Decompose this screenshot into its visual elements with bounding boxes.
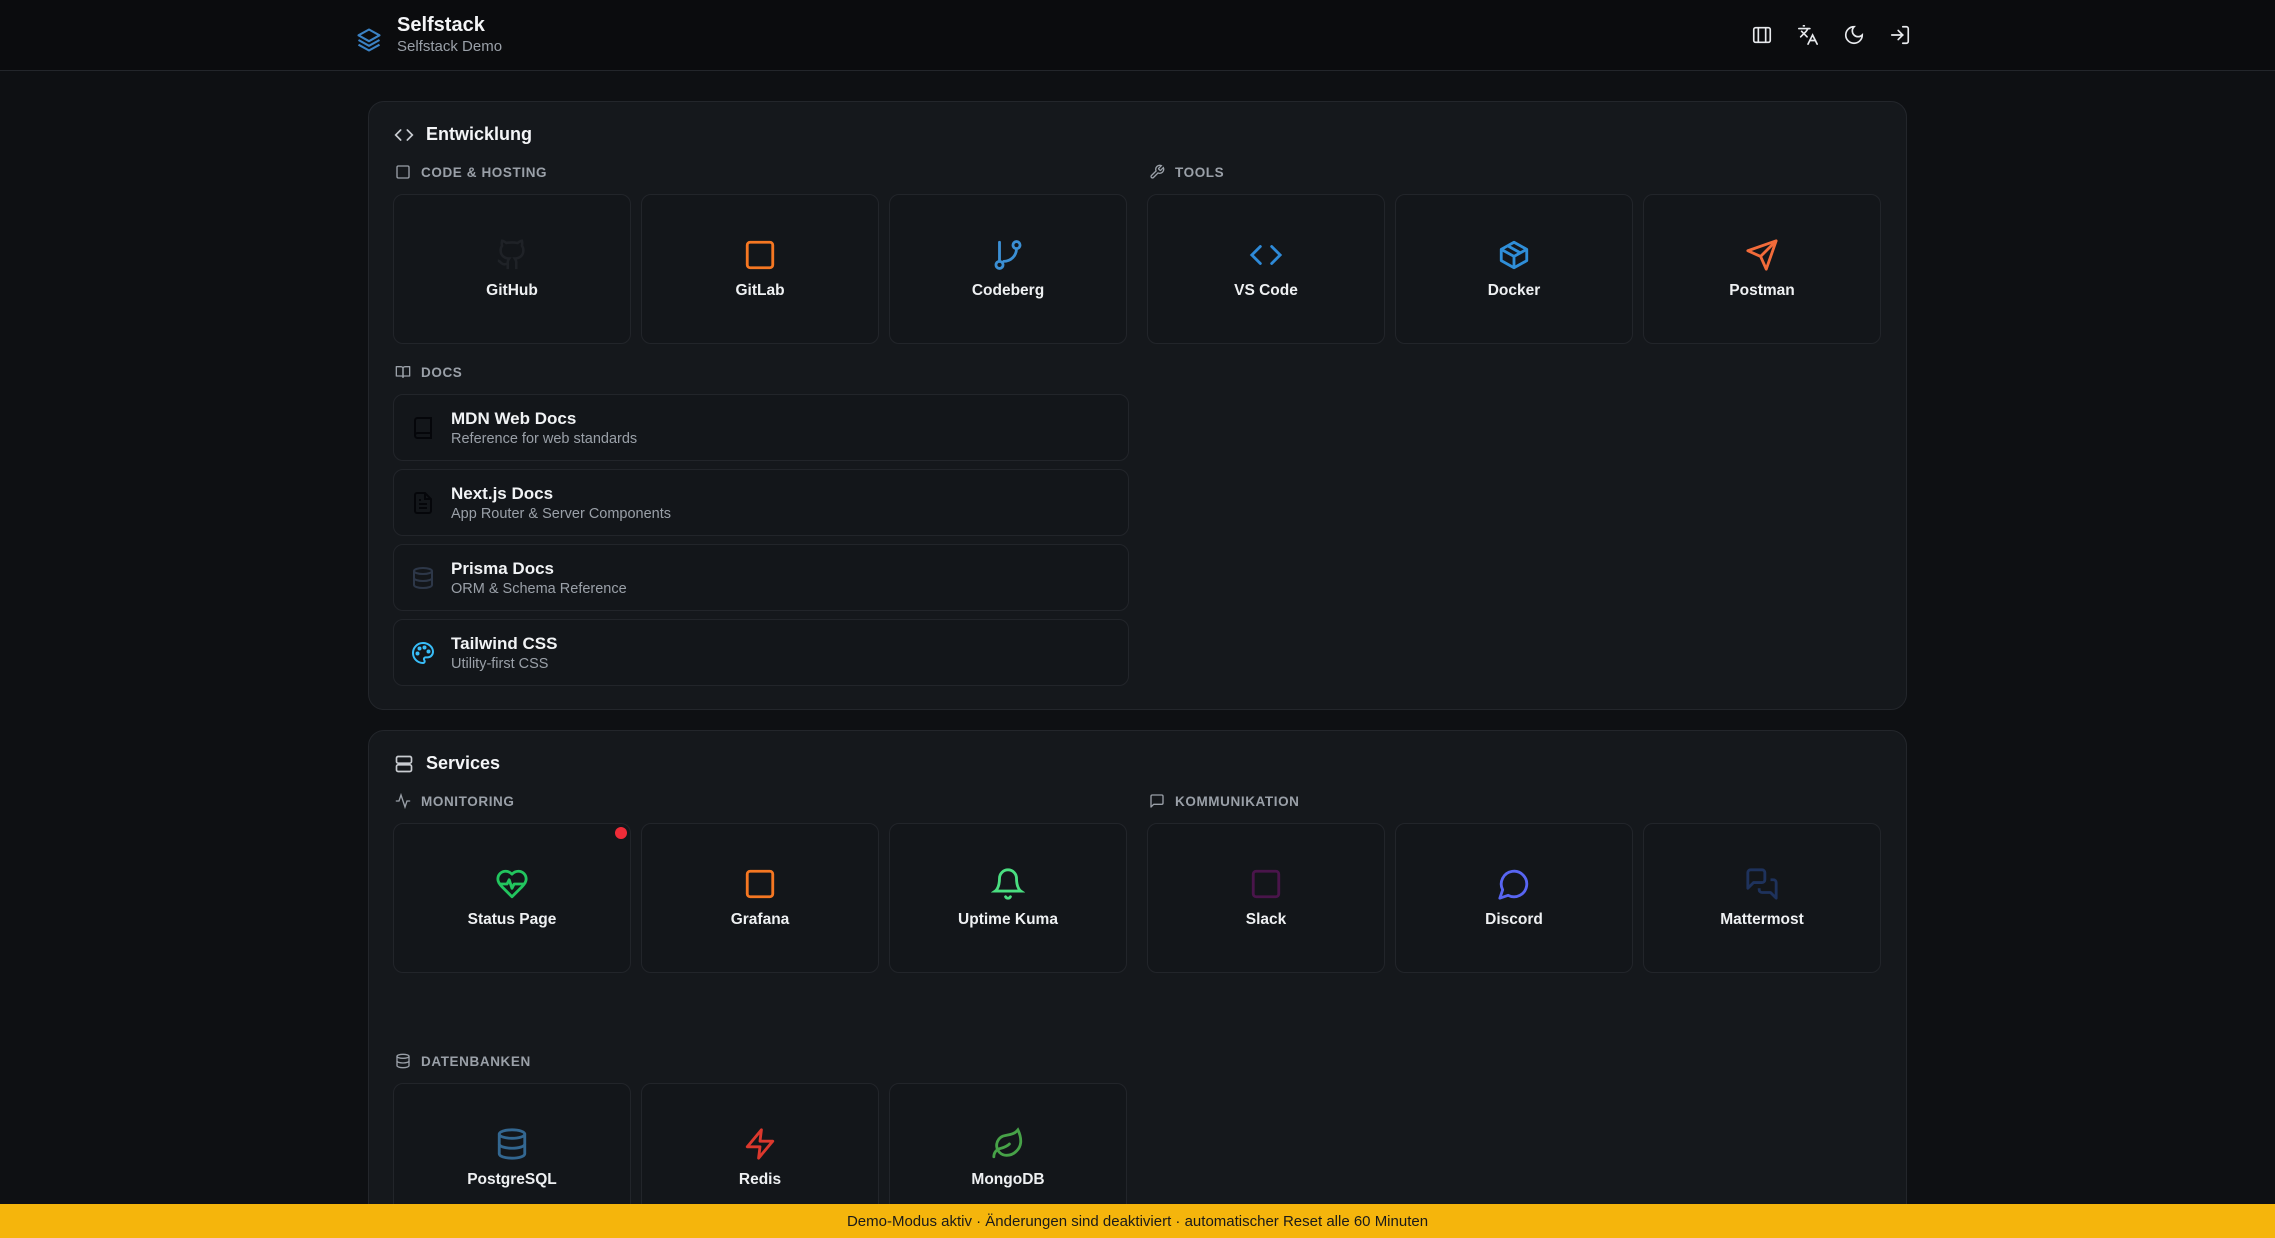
tiles-monitoring: Status Page Grafana Uptime Kuma	[393, 823, 1127, 973]
heart-pulse-icon	[496, 869, 528, 899]
doc-item-prisma[interactable]: Prisma Docs ORM & Schema Reference	[393, 544, 1129, 611]
tile-mattermost[interactable]: Mattermost	[1643, 823, 1881, 973]
group-label-code-hosting: CODE & HOSTING	[395, 164, 547, 180]
tiles-kommunikation: Slack Discord Mattermost	[1147, 823, 1881, 973]
doc-item-tailwind[interactable]: Tailwind CSS Utility-first CSS	[393, 619, 1129, 686]
group-label-tools: TOOLS	[1149, 164, 1224, 180]
message-square-icon	[1150, 794, 1164, 808]
tiles-code-hosting: GitHub GitLab Codeberg	[393, 194, 1127, 344]
tile-label: Discord	[1485, 911, 1543, 928]
code-icon	[394, 128, 414, 141]
tile-label: GitLab	[735, 282, 785, 299]
tile-uptime-kuma[interactable]: Uptime Kuma	[889, 823, 1127, 973]
box-icon	[1499, 240, 1529, 270]
group-label-datenbanken: DATENBANKEN	[395, 1053, 531, 1069]
leaf-icon	[992, 1127, 1023, 1159]
doc-description: Utility-first CSS	[451, 655, 549, 672]
top-bar: Selfstack Selfstack Demo	[0, 0, 2275, 71]
section-entwicklung: Entwicklung CODE & HOSTING GitHub GitLab…	[368, 101, 1907, 710]
tile-label: MongoDB	[971, 1171, 1045, 1188]
tile-label: Postman	[1729, 282, 1795, 299]
section-header: Entwicklung	[394, 124, 532, 145]
language-button[interactable]	[1795, 22, 1821, 48]
square-icon	[745, 869, 775, 899]
brand[interactable]: Selfstack Selfstack Demo	[355, 13, 502, 57]
tiles-tools: VS Code Docker Postman	[1147, 194, 1881, 344]
doc-title: MDN Web Docs	[451, 408, 577, 428]
tile-label: Status Page	[467, 911, 557, 928]
github-icon	[497, 239, 525, 270]
tile-label: Slack	[1245, 911, 1287, 928]
moon-icon	[1844, 25, 1864, 45]
book-open-icon	[395, 366, 411, 378]
tile-docker[interactable]: Docker	[1395, 194, 1633, 344]
tile-vs-code[interactable]: VS Code	[1147, 194, 1385, 344]
square-icon	[396, 165, 410, 179]
tile-label: Codeberg	[971, 282, 1045, 299]
square-icon	[1251, 869, 1281, 899]
demo-mode-banner: Demo-Modus aktiv · Änderungen sind deakt…	[0, 1204, 2275, 1238]
status-down-indicator	[615, 827, 627, 839]
login-button[interactable]	[1887, 22, 1913, 48]
doc-item-mdn[interactable]: MDN Web Docs Reference for web standards	[393, 394, 1129, 461]
code-icon	[1249, 245, 1283, 265]
tile-label: Uptime Kuma	[958, 911, 1058, 928]
section-title: Services	[426, 753, 501, 773]
bell-icon	[991, 868, 1025, 900]
activity-icon	[395, 793, 411, 809]
tile-label: Docker	[1487, 282, 1541, 299]
app-subtitle: Selfstack Demo	[397, 38, 503, 55]
doc-description: App Router & Server Components	[451, 505, 672, 522]
layers-icon	[357, 28, 381, 52]
database-icon	[413, 566, 433, 589]
columns-icon	[1752, 26, 1772, 44]
section-header: Services	[394, 753, 500, 774]
layout-toggle-button[interactable]	[1749, 22, 1775, 48]
book-icon	[414, 416, 432, 439]
section-services: Services MONITORING Status Page Grafana …	[368, 730, 1907, 1238]
login-icon	[1890, 25, 1910, 45]
tile-discord[interactable]: Discord	[1395, 823, 1633, 973]
send-icon	[1746, 239, 1778, 271]
database-icon	[396, 1053, 410, 1069]
tile-slack[interactable]: Slack	[1147, 823, 1385, 973]
header-actions	[1749, 22, 1913, 48]
server-icon	[395, 755, 413, 772]
tile-gitlab[interactable]: GitLab	[641, 194, 879, 344]
tile-label: PostgreSQL	[467, 1171, 557, 1188]
file-text-icon	[414, 491, 432, 514]
tile-label: Mattermost	[1720, 911, 1804, 928]
doc-title: Prisma Docs	[451, 558, 554, 578]
section-title: Entwicklung	[426, 124, 533, 144]
doc-item-nextjs[interactable]: Next.js Docs App Router & Server Compone…	[393, 469, 1129, 536]
square-icon	[745, 240, 775, 270]
group-label-kommunikation: KOMMUNIKATION	[1149, 793, 1300, 809]
tile-label: Redis	[738, 1171, 782, 1188]
tile-grafana[interactable]: Grafana	[641, 823, 879, 973]
tile-label: GitHub	[486, 282, 538, 299]
messages-icon	[1746, 868, 1778, 900]
doc-title: Tailwind CSS	[451, 633, 558, 653]
palette-icon	[412, 641, 435, 664]
group-label-monitoring: MONITORING	[395, 793, 515, 809]
tile-status-page[interactable]: Status Page	[393, 823, 631, 973]
docs-list: MDN Web Docs Reference for web standards…	[393, 394, 1129, 686]
translate-icon	[1798, 25, 1818, 45]
doc-title: Next.js Docs	[451, 483, 554, 503]
doc-description: Reference for web standards	[451, 430, 638, 447]
tile-postman[interactable]: Postman	[1643, 194, 1881, 344]
zap-icon	[745, 1128, 775, 1160]
tile-github[interactable]: GitHub	[393, 194, 631, 344]
tile-codeberg[interactable]: Codeberg	[889, 194, 1127, 344]
git-branch-icon	[994, 240, 1022, 270]
theme-toggle-button[interactable]	[1841, 22, 1867, 48]
wrench-icon	[1150, 164, 1165, 179]
database-icon	[497, 1128, 527, 1160]
tile-label: VS Code	[1234, 282, 1298, 299]
tile-label: Grafana	[730, 911, 790, 928]
message-circle-icon	[1498, 869, 1529, 900]
group-label-docs: DOCS	[395, 364, 462, 380]
app-title: Selfstack	[397, 14, 485, 36]
doc-description: ORM & Schema Reference	[451, 580, 627, 597]
